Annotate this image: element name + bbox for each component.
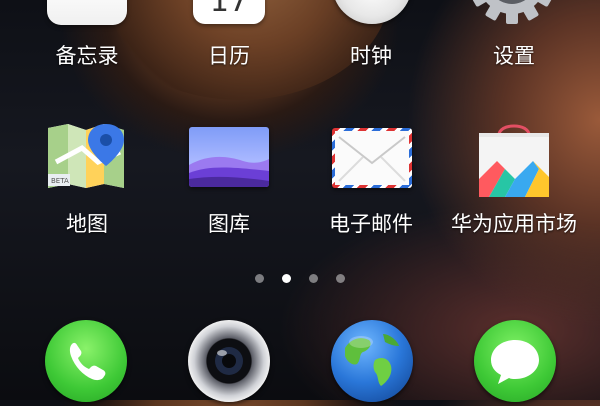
globe-continents-glyph <box>345 334 399 386</box>
page-dot-4[interactable] <box>336 274 345 283</box>
mail-icon[interactable] <box>332 128 412 188</box>
app-label-settings: 设置 <box>493 44 535 68</box>
app-label-notes: 备忘录 <box>55 44 119 68</box>
phone-handset-glyph <box>69 342 106 381</box>
envelope-graphic <box>338 136 406 182</box>
app-label-gallery: 图库 <box>208 212 250 236</box>
speech-bubble-glyph <box>491 340 539 384</box>
app-store-icon[interactable] <box>475 117 553 197</box>
calendar-date: 17 <box>209 0 249 19</box>
phone-icon[interactable] <box>45 320 127 402</box>
maps-beta-badge: BETA <box>51 177 69 185</box>
page-dot-2-active[interactable] <box>282 274 291 283</box>
app-label-email: 电子邮件 <box>329 212 413 236</box>
app-label-appgallery: 华为应用市场 <box>451 212 577 236</box>
page-dot-1[interactable] <box>255 274 264 283</box>
page-indicator[interactable] <box>0 272 600 284</box>
messages-icon[interactable] <box>474 320 556 402</box>
gear-icon[interactable] <box>470 0 554 26</box>
page-dot-3[interactable] <box>309 274 318 283</box>
camera-lens-glyph <box>207 339 251 383</box>
browser-globe-icon[interactable] <box>331 320 413 402</box>
maps-icon[interactable]: BETA <box>46 122 126 190</box>
app-label-clock: 时钟 <box>350 44 392 68</box>
home-screen-grid: 备忘录 17 日历 时钟 设置 BETA 地图 图库 电子邮件 华为应用市场 <box>0 0 600 402</box>
notes-icon[interactable] <box>47 0 127 25</box>
calendar-icon[interactable]: 17 <box>193 0 265 24</box>
app-label-maps: 地图 <box>66 212 108 236</box>
clock-icon[interactable] <box>332 0 412 24</box>
app-label-calendar: 日历 <box>208 44 250 68</box>
gallery-icon[interactable] <box>189 127 269 187</box>
gallery-hills-graphic <box>189 156 269 187</box>
camera-icon[interactable] <box>188 320 270 402</box>
